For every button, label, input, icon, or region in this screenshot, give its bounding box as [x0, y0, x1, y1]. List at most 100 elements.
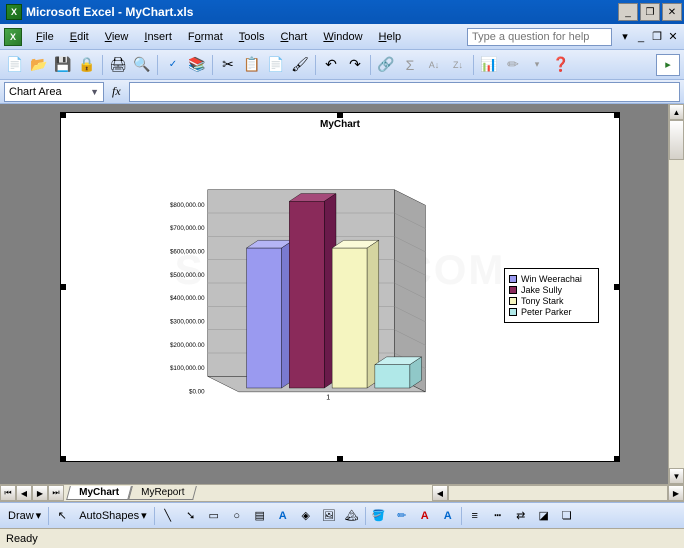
- menu-format[interactable]: Format: [180, 28, 231, 46]
- horizontal-scrollbar[interactable]: ◀ ▶: [432, 485, 684, 501]
- bar-series-4[interactable]: [375, 357, 422, 388]
- resize-handle[interactable]: [614, 284, 620, 290]
- dash-style-button[interactable]: ┅: [488, 506, 508, 526]
- scroll-left-button[interactable]: ◀: [432, 485, 448, 501]
- permission-button[interactable]: 🔒: [76, 54, 98, 76]
- arrow-style-button[interactable]: ⇄: [511, 506, 531, 526]
- format-painter-button[interactable]: 🖌: [289, 54, 311, 76]
- formula-bar[interactable]: [129, 82, 680, 102]
- print-preview-button[interactable]: 🔍: [131, 54, 153, 76]
- legend-item[interactable]: Tony Stark: [509, 296, 594, 306]
- menu-tools[interactable]: Tools: [231, 28, 273, 46]
- toolbar-options-button[interactable]: ▸: [656, 54, 680, 76]
- restore-button[interactable]: ❐: [640, 3, 660, 21]
- drawing-button[interactable]: ✏: [502, 54, 524, 76]
- menu-help[interactable]: Help: [371, 28, 410, 46]
- menu-file[interactable]: File: [28, 28, 62, 46]
- mdi-restore-icon[interactable]: ❐: [650, 30, 664, 44]
- clipart-button[interactable]: 🖼: [319, 506, 339, 526]
- select-objects-button[interactable]: ↖: [52, 506, 72, 526]
- new-button[interactable]: 📄: [4, 54, 26, 76]
- research-button[interactable]: 📚: [186, 54, 208, 76]
- sort-asc-button[interactable]: A↓: [423, 54, 445, 76]
- chart-title[interactable]: MyChart: [61, 119, 619, 130]
- textbox-button[interactable]: ▤: [250, 506, 270, 526]
- name-box[interactable]: Chart Area ▼: [4, 82, 104, 102]
- print-button[interactable]: 🖨: [107, 54, 129, 76]
- save-button[interactable]: 💾: [52, 54, 74, 76]
- mdi-close-icon[interactable]: ✕: [666, 30, 680, 44]
- font-color-button[interactable]: A: [415, 506, 435, 526]
- ytick-label: $500,000.00: [170, 272, 205, 279]
- resize-handle[interactable]: [60, 456, 66, 462]
- tab-nav-first[interactable]: ⏮: [0, 485, 16, 501]
- scroll-right-button[interactable]: ▶: [668, 485, 684, 501]
- arrow-button[interactable]: ➘: [181, 506, 201, 526]
- menu-insert[interactable]: Insert: [136, 28, 180, 46]
- mdi-minimize-icon[interactable]: _: [634, 30, 648, 44]
- resize-handle[interactable]: [337, 112, 343, 118]
- fx-button[interactable]: fx: [112, 84, 121, 99]
- sheet-tab-mychart[interactable]: MyChart: [66, 486, 132, 500]
- oval-button[interactable]: ○: [227, 506, 247, 526]
- menu-window[interactable]: Window: [315, 28, 370, 46]
- cut-button[interactable]: ✂: [217, 54, 239, 76]
- draw-menu[interactable]: Draw ▾: [4, 507, 45, 524]
- name-box-dropdown-icon[interactable]: ▼: [90, 87, 99, 97]
- autoshapes-menu[interactable]: AutoShapes ▾: [75, 507, 150, 524]
- diagram-button[interactable]: ◈: [296, 506, 316, 526]
- minimize-button[interactable]: _: [618, 3, 638, 21]
- legend-item[interactable]: Peter Parker: [509, 307, 594, 317]
- mdi-minimize-button[interactable]: ▾: [618, 30, 632, 44]
- tab-nav-prev[interactable]: ◀: [16, 485, 32, 501]
- line-style-button[interactable]: ≡: [465, 506, 485, 526]
- legend-item[interactable]: Jake Sully: [509, 285, 594, 295]
- 3d-button[interactable]: ❏: [557, 506, 577, 526]
- spelling-button[interactable]: ✓: [162, 54, 184, 76]
- open-button[interactable]: 📂: [28, 54, 50, 76]
- chart-plot-area[interactable]: $0.00 $100,000.00 $200,000.00 $300,000.0…: [161, 143, 441, 423]
- bar-series-2[interactable]: [289, 194, 336, 388]
- help-button[interactable]: ❓: [550, 54, 572, 76]
- chart-legend[interactable]: Win Weerachai Jake Sully Tony Stark Pete…: [504, 268, 599, 323]
- menu-view[interactable]: View: [97, 28, 137, 46]
- legend-item[interactable]: Win Weerachai: [509, 274, 594, 284]
- rectangle-button[interactable]: ▭: [204, 506, 224, 526]
- resize-handle[interactable]: [60, 284, 66, 290]
- autosum-button[interactable]: Σ: [399, 54, 421, 76]
- line-button[interactable]: ╲: [158, 506, 178, 526]
- zoom-dropdown[interactable]: ▾: [526, 54, 548, 76]
- resize-handle[interactable]: [614, 112, 620, 118]
- paste-button[interactable]: 📄: [265, 54, 287, 76]
- menu-edit[interactable]: Edit: [62, 28, 97, 46]
- font-color2-button[interactable]: A: [438, 506, 458, 526]
- redo-button[interactable]: ↷: [344, 54, 366, 76]
- resize-handle[interactable]: [60, 112, 66, 118]
- undo-button[interactable]: ↶: [320, 54, 342, 76]
- hyperlink-button[interactable]: 🔗: [375, 54, 397, 76]
- tab-nav-next[interactable]: ▶: [32, 485, 48, 501]
- bar-series-3[interactable]: [332, 240, 379, 388]
- chart-wizard-button[interactable]: 📊: [478, 54, 500, 76]
- resize-handle[interactable]: [337, 456, 343, 462]
- scroll-down-button[interactable]: ▼: [669, 468, 684, 484]
- line-color-button[interactable]: ✏: [392, 506, 412, 526]
- fill-color-button[interactable]: 🪣: [369, 506, 389, 526]
- tab-nav-last[interactable]: ⏭: [48, 485, 64, 501]
- resize-handle[interactable]: [614, 456, 620, 462]
- scroll-thumb[interactable]: [669, 120, 684, 160]
- menu-chart[interactable]: Chart: [272, 28, 315, 46]
- sort-desc-button[interactable]: Z↓: [447, 54, 469, 76]
- scroll-track[interactable]: [448, 485, 668, 501]
- close-button[interactable]: ✕: [662, 3, 682, 21]
- help-search-input[interactable]: [467, 28, 612, 46]
- sheet-tab-myreport[interactable]: MyReport: [128, 486, 197, 500]
- scroll-up-button[interactable]: ▲: [669, 104, 684, 120]
- vertical-scrollbar[interactable]: ▲ ▼: [668, 104, 684, 484]
- shadow-button[interactable]: ◪: [534, 506, 554, 526]
- bar-series-1[interactable]: [247, 240, 294, 388]
- picture-button[interactable]: 🏔: [342, 506, 362, 526]
- wordart-button[interactable]: A: [273, 506, 293, 526]
- copy-button[interactable]: 📋: [241, 54, 263, 76]
- chart-object[interactable]: MyChart SHOTDEV.COM: [60, 112, 620, 462]
